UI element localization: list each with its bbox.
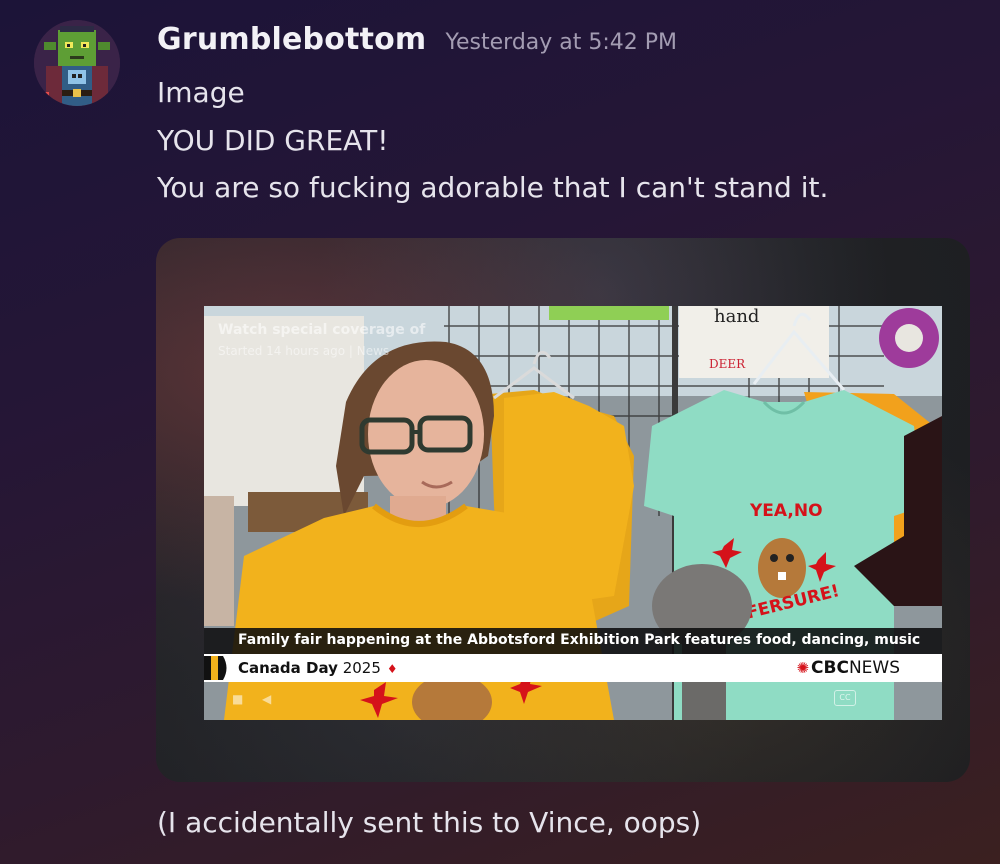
program-title-year: 2025 bbox=[342, 659, 381, 677]
cbc-news-logo: ✺ CBCNEWS bbox=[796, 658, 900, 678]
sign-text: hand bbox=[714, 306, 759, 327]
message-line-image: Image bbox=[157, 76, 245, 109]
cbc-logo-suffix: NEWS bbox=[848, 658, 900, 678]
user-avatar[interactable] bbox=[34, 20, 120, 106]
canada-day-stripes-icon bbox=[204, 656, 227, 680]
image-attachment[interactable]: hand DEER YEA,NO FERSURE! Watch special … bbox=[156, 238, 970, 782]
play-control-icon[interactable]: ■ bbox=[232, 692, 246, 706]
message-timestamp[interactable]: Yesterday at 5:42 PM bbox=[445, 30, 677, 55]
tshirt-slogan-top: YEA,NO bbox=[749, 501, 823, 521]
cbc-logo-prefix: CBC bbox=[811, 658, 849, 678]
news-lower-third: Family fair happening at the Abbotsford … bbox=[204, 628, 942, 684]
svg-text:DEER: DEER bbox=[709, 357, 746, 371]
author-name[interactable]: Grumblebottom bbox=[157, 22, 426, 57]
overlay-started-ago: Started 14 hours ago | News bbox=[218, 344, 390, 358]
closed-captions-icon[interactable]: CC bbox=[834, 690, 856, 706]
message-line-you-did-great: YOU DID GREAT! bbox=[157, 124, 389, 157]
followup-message: (I accidentally sent this to Vince, oops… bbox=[157, 806, 702, 839]
message-line-adorable: You are so fucking adorable that I can't… bbox=[157, 171, 829, 204]
program-title-name: Canada Day bbox=[238, 659, 338, 677]
maple-leaf-icon: ♦ bbox=[386, 662, 398, 676]
overlay-watch-special[interactable]: Watch special coverage of bbox=[218, 322, 425, 338]
volume-control-icon[interactable]: ◀ bbox=[262, 692, 276, 706]
news-video-frame[interactable]: hand DEER YEA,NO FERSURE! Watch special … bbox=[204, 306, 942, 720]
message-header: Grumblebottom Yesterday at 5:42 PM bbox=[157, 22, 677, 57]
program-title-bar: Canada Day 2025 ♦ ✺ CBCNEWS bbox=[204, 654, 942, 682]
cbc-gem-icon: ✺ bbox=[796, 659, 810, 677]
headline-bar: Family fair happening at the Abbotsford … bbox=[204, 628, 942, 654]
pixel-goblin-avatar-icon bbox=[34, 20, 120, 106]
news-headline: Family fair happening at the Abbotsford … bbox=[238, 632, 921, 648]
program-title: Canada Day 2025 ♦ bbox=[238, 659, 398, 677]
